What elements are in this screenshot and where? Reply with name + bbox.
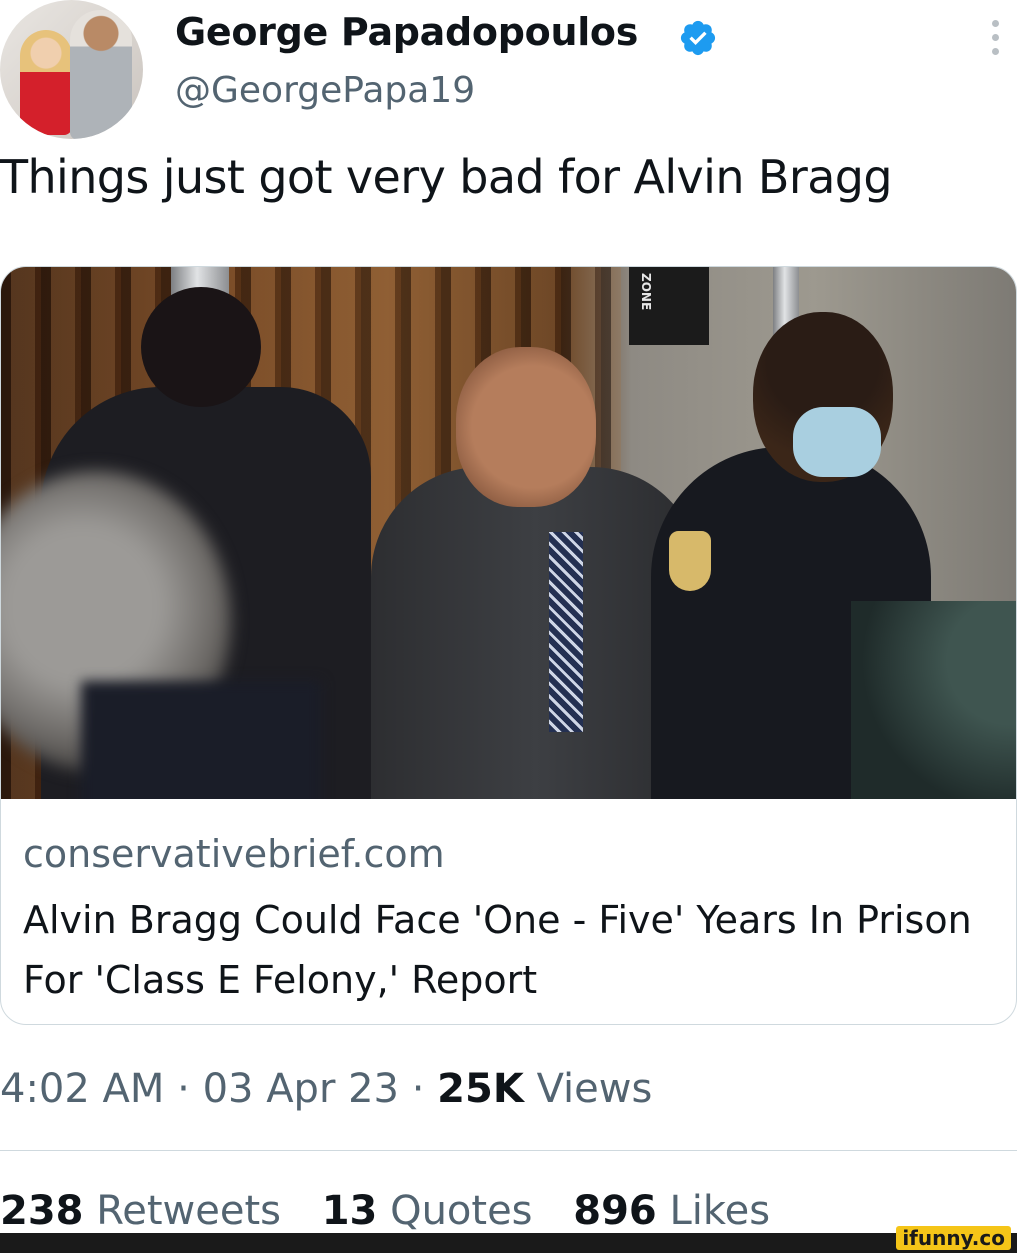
footer-bar (0, 1233, 1017, 1253)
separator: · (177, 1066, 190, 1112)
likes-count: 896 (573, 1188, 657, 1234)
person-left-head (141, 287, 261, 407)
views-label: Views (536, 1066, 653, 1112)
avatar-person-left (20, 30, 72, 135)
card-photo: ZONE (1, 267, 1016, 799)
likes-label: Likes (669, 1188, 771, 1234)
vehicle-edge (851, 601, 1016, 799)
link-title: Alvin Bragg Could Face 'One - Five' Year… (23, 898, 972, 1002)
author-display-name[interactable]: George Papadopoulos (175, 10, 638, 54)
center-person-tie (549, 532, 583, 732)
more-vertical-icon[interactable] (988, 20, 1002, 60)
quotes-label: Quotes (390, 1188, 533, 1234)
tweet-meta: 4:02 AM · 03 Apr 23 · 25K Views (0, 1066, 652, 1112)
watermark-logo: ifunny.co (896, 1226, 1011, 1250)
quotes-count: 13 (321, 1188, 378, 1234)
tweet-text: Things just got very bad for Alvin Bragg (0, 150, 893, 204)
quotes-stat[interactable]: 13 Quotes (322, 1188, 533, 1234)
avatar-person-right (70, 10, 132, 139)
views-count: 25K (437, 1066, 524, 1112)
center-person-head (456, 347, 596, 507)
verified-badge-icon (680, 20, 716, 56)
officer-face-mask (793, 407, 881, 477)
foreground-blurred-shoulder (81, 681, 321, 799)
retweets-stat[interactable]: 238 Retweets (0, 1188, 281, 1234)
avatar[interactable] (0, 0, 143, 139)
retweets-label: Retweets (96, 1188, 281, 1234)
link-card[interactable]: ZONE conservativebrief.com Alvin Bragg C… (0, 266, 1017, 1025)
link-meta: conservativebrief.com Alvin Bragg Could … (23, 832, 996, 1010)
tweet-time[interactable]: 4:02 AM (0, 1066, 164, 1112)
tweet-date[interactable]: 03 Apr 23 (203, 1066, 399, 1112)
author-handle[interactable]: @GeorgePapa19 (175, 70, 475, 111)
link-domain: conservativebrief.com (23, 832, 445, 876)
likes-stat[interactable]: 896 Likes (573, 1188, 770, 1234)
officer-shoulder-patch (669, 531, 711, 591)
divider (0, 1150, 1017, 1151)
separator: · (411, 1066, 425, 1112)
retweets-count: 238 (0, 1188, 84, 1234)
engagement-stats: 238 Retweets 13 Quotes 896 Likes (0, 1188, 798, 1234)
wall-sign-text: ZONE (639, 273, 653, 311)
